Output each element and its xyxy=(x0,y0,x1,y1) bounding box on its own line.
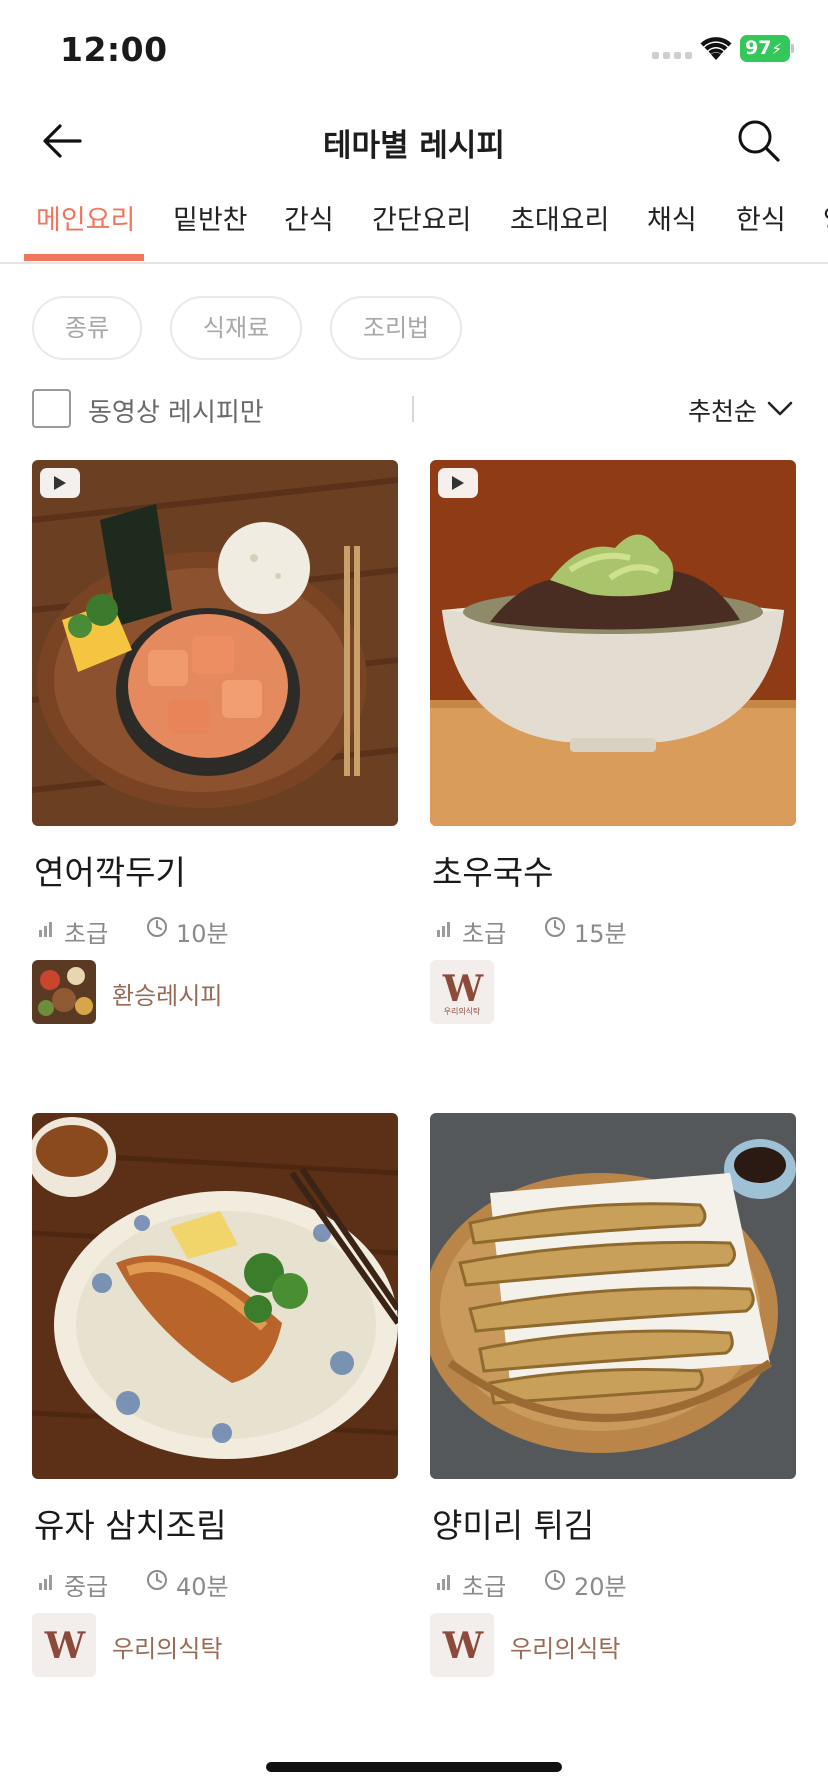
recipe-title[interactable]: 초우국수 xyxy=(432,846,553,894)
tab-side-dish[interactable]: 밑반찬 xyxy=(173,198,248,237)
recipe-time: 10분 xyxy=(176,920,229,948)
level-bars-icon xyxy=(39,1575,52,1590)
w-logo: W xyxy=(430,1613,494,1677)
recipe-time: 40분 xyxy=(176,1573,229,1601)
level-bars-icon xyxy=(39,922,52,937)
sort-dropdown-label[interactable]: 추천순 xyxy=(688,392,757,428)
recipe-thumbnail[interactable] xyxy=(430,460,796,826)
tab-korean[interactable]: 한식 xyxy=(736,198,786,237)
tab-main-dish[interactable]: 메인요리 xyxy=(36,198,135,237)
signal-icon xyxy=(652,52,692,59)
recipe-title[interactable]: 유자 삼치조림 xyxy=(34,1499,227,1547)
status-time: 12:00 xyxy=(60,30,168,69)
play-icon xyxy=(54,476,66,490)
video-only-checkbox[interactable] xyxy=(32,389,71,428)
clock-icon xyxy=(147,917,167,937)
tab-western[interactable]: 양 xyxy=(823,198,828,237)
status-bar: 12:00 97⚡ xyxy=(0,0,828,100)
tab-snack[interactable]: 간식 xyxy=(284,198,334,237)
page-title: 테마별 레시피 xyxy=(323,128,505,164)
video-only-label[interactable]: 동영상 레시피만 xyxy=(88,392,264,429)
level-bars-icon xyxy=(437,922,450,937)
author-logo[interactable]: W xyxy=(32,1613,96,1677)
author-logo[interactable]: W 우리의식탁 xyxy=(430,960,494,1024)
clock-icon xyxy=(545,917,565,937)
recipe-level: 초급 xyxy=(462,920,507,948)
recipe-time: 20분 xyxy=(574,1573,627,1601)
video-badge xyxy=(40,468,80,498)
clock-icon xyxy=(545,1570,565,1590)
author-name[interactable]: 환승레시피 xyxy=(112,976,222,1011)
video-badge xyxy=(438,468,478,498)
w-logo-letter: W xyxy=(442,1625,483,1667)
battery-icon: 97⚡ xyxy=(740,35,790,62)
tab-simple-dish[interactable]: 간단요리 xyxy=(372,198,471,237)
w-logo: W 우리의식탁 xyxy=(430,960,494,1024)
search-icon[interactable] xyxy=(732,114,786,168)
recipe-level: 초급 xyxy=(462,1573,507,1601)
tab-party-dish[interactable]: 초대요리 xyxy=(510,198,609,237)
home-indicator[interactable] xyxy=(266,1762,562,1772)
battery-nub xyxy=(791,44,794,53)
author-avatar[interactable] xyxy=(32,960,96,1024)
author-name[interactable]: 우리의식탁 xyxy=(112,1629,222,1664)
recipe-time: 15분 xyxy=(574,920,627,948)
recipe-thumbnail[interactable] xyxy=(32,1113,398,1479)
author-logo[interactable]: W xyxy=(430,1613,494,1677)
recipe-thumbnail[interactable] xyxy=(430,1113,796,1479)
recipe-theme-screen: 12:00 97⚡ 테마별 레시피 메인요리 밑반찬 간식 간단요리 초대요리 … xyxy=(0,0,828,1792)
active-tab-indicator xyxy=(24,254,144,261)
wifi-icon xyxy=(700,37,732,60)
author-name[interactable]: 우리의식탁 xyxy=(510,1629,620,1664)
chevron-down-icon[interactable] xyxy=(766,398,794,420)
play-icon xyxy=(452,476,464,490)
recipe-title[interactable]: 양미리 튀김 xyxy=(432,1499,594,1547)
recipe-level: 중급 xyxy=(64,1573,109,1601)
battery-level: 97 xyxy=(745,37,772,59)
filter-chip-ingredient[interactable]: 식재료 xyxy=(170,296,302,360)
category-tabs: 메인요리 밑반찬 간식 간단요리 초대요리 채식 한식 양 xyxy=(0,188,828,264)
divider xyxy=(412,396,414,422)
w-logo-letter: W xyxy=(44,1625,85,1667)
w-logo: W xyxy=(32,1613,96,1677)
filter-chip-type[interactable]: 종류 xyxy=(32,296,142,360)
w-logo-letter: W xyxy=(442,968,483,1010)
clock-icon xyxy=(147,1570,167,1590)
recipe-title[interactable]: 연어깍두기 xyxy=(34,846,186,894)
filter-chip-method[interactable]: 조리법 xyxy=(330,296,462,360)
level-bars-icon xyxy=(437,1575,450,1590)
header: 테마별 레시피 xyxy=(0,100,828,180)
tab-vegetarian[interactable]: 채식 xyxy=(647,198,697,237)
w-logo-subtext: 우리의식탁 xyxy=(443,1007,481,1016)
recipe-level: 초급 xyxy=(64,920,109,948)
recipe-thumbnail[interactable] xyxy=(32,460,398,826)
